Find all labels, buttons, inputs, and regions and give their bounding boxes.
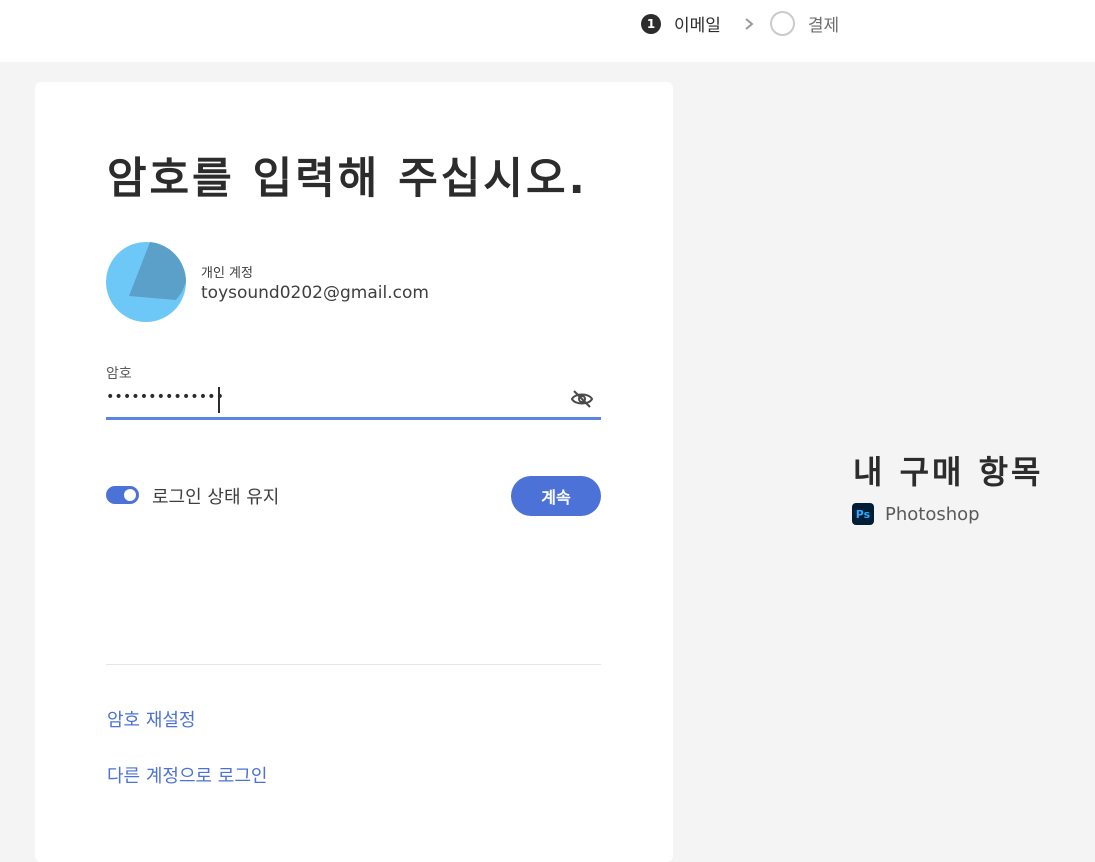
toggle-knob bbox=[124, 489, 136, 501]
checkout-stepper: 1 이메일 결제 bbox=[641, 10, 839, 37]
eye-off-icon[interactable] bbox=[571, 390, 593, 408]
avatar bbox=[106, 242, 186, 322]
account-type-label: 개인 계정 bbox=[201, 266, 253, 281]
text-caret bbox=[218, 387, 220, 413]
page-title: 암호를 입력해 주십시오. bbox=[107, 154, 588, 204]
step-2-label: 결제 bbox=[807, 16, 840, 36]
step-2-circle-icon bbox=[769, 11, 795, 36]
continue-button[interactable]: 계속 bbox=[511, 476, 601, 516]
step-1-number-badge: 1 bbox=[641, 13, 661, 34]
other-account-link[interactable]: 다른 계정으로 로그인 bbox=[107, 762, 267, 788]
product-name: Photoshop bbox=[885, 504, 980, 525]
step-1-label: 이메일 bbox=[674, 16, 721, 36]
chevron-right-icon bbox=[745, 17, 754, 30]
keep-signed-in-label: 로그인 상태 유지 bbox=[152, 487, 280, 508]
top-bar: 1 이메일 결제 bbox=[0, 0, 1095, 62]
photoshop-icon: Ps bbox=[852, 503, 874, 525]
password-label: 암호 bbox=[106, 366, 132, 382]
divider bbox=[106, 664, 601, 665]
password-masked-value[interactable]: •••••••••••••• bbox=[106, 389, 224, 405]
keep-signed-in-toggle[interactable] bbox=[106, 486, 139, 504]
signin-card: 암호를 입력해 주십시오. 개인 계정 toysound0202@gmail.c… bbox=[35, 82, 673, 862]
password-field[interactable]: •••••••••••••• bbox=[106, 383, 601, 420]
account-email: toysound0202@gmail.com bbox=[201, 283, 429, 303]
purchase-summary-title: 내 구매 항목 bbox=[853, 453, 1044, 491]
reset-password-link[interactable]: 암호 재설정 bbox=[107, 706, 196, 732]
